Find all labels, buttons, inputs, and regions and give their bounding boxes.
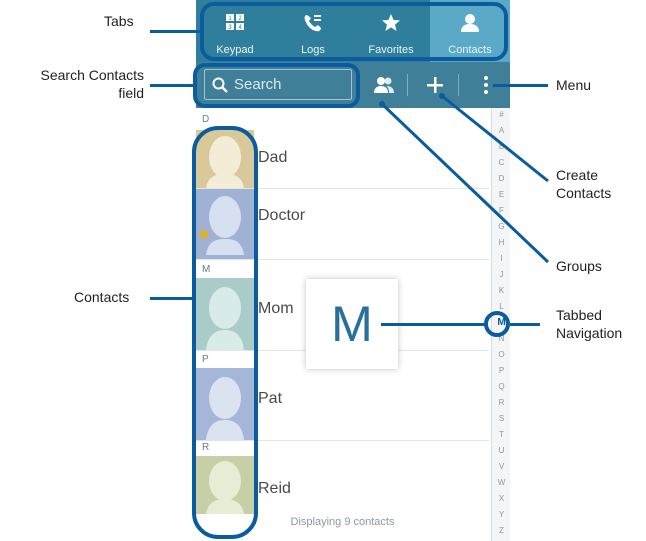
callout-tabbed-line1: Tabbed xyxy=(556,307,602,323)
callout-tabbed-line2: Navigation xyxy=(556,325,623,341)
callout-groups: Groups xyxy=(556,258,602,274)
callout-search-line1: Search Contacts xyxy=(40,67,145,83)
callout-create-line2: Contacts xyxy=(556,185,612,201)
callout-menu: Menu xyxy=(556,77,592,93)
callout-search-line2: field xyxy=(118,85,144,101)
callout-tabs: Tabs xyxy=(104,13,134,29)
callout-search-field: Search Contacts field xyxy=(6,66,145,102)
callout-create-contacts: Create Contacts xyxy=(556,166,611,202)
callout-create-line1: Create xyxy=(556,167,599,183)
callout-contacts: Contacts xyxy=(74,289,130,305)
callout-tabbed-navigation: Tabbed Navigation xyxy=(556,306,622,342)
